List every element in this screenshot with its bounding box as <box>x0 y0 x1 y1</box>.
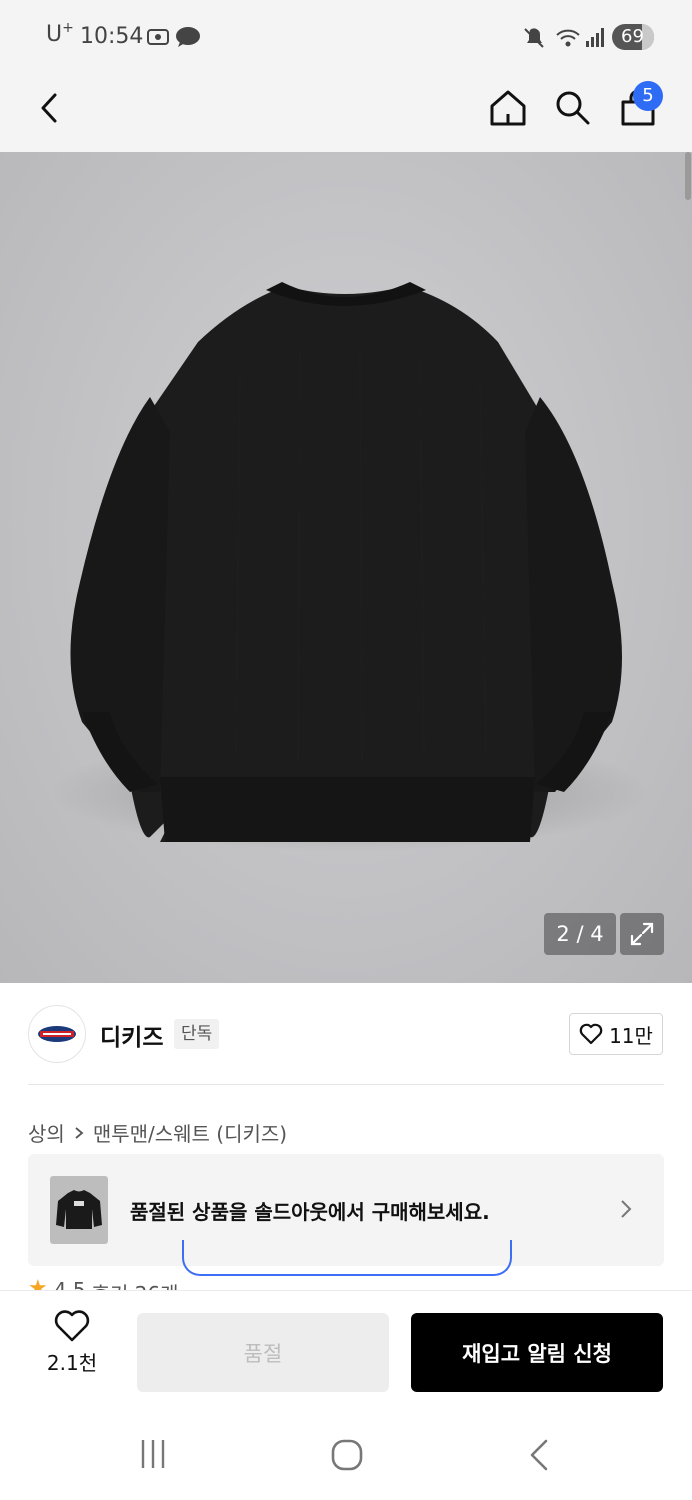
brand-like-count: 11만 <box>609 1023 653 1048</box>
mute-icon <box>522 26 546 54</box>
chevron-right-icon <box>621 1200 632 1218</box>
search-button[interactable] <box>549 84 597 132</box>
soldout-button[interactable]: 품절 <box>137 1313 389 1392</box>
back-arrow-icon <box>41 93 57 123</box>
sweatshirt-thumbnail-icon <box>56 1190 102 1229</box>
back-button[interactable] <box>26 84 74 132</box>
page-scrollbar[interactable] <box>685 152 691 200</box>
brand-like-button[interactable]: 11만 <box>569 1013 663 1055</box>
system-back-button[interactable] <box>526 1438 552 1472</box>
carrier-label: U+ <box>46 20 74 47</box>
product-image[interactable] <box>0 152 692 983</box>
banner-thumbnail <box>50 1176 108 1244</box>
heart-icon <box>579 1023 603 1045</box>
status-time: 10:54 <box>80 24 144 49</box>
wishlist-button[interactable]: 2.1천 <box>30 1309 114 1389</box>
wifi-icon <box>555 26 583 54</box>
top-navigation <box>0 72 692 152</box>
exclusive-tag: 단독 <box>174 1019 220 1049</box>
restock-alert-button[interactable]: 재입고 알림 신청 <box>411 1313 663 1392</box>
floating-pill-outline <box>182 1240 512 1276</box>
bottom-action-bar: 2.1천 품절 재입고 알림 신청 <box>0 1290 692 1410</box>
back-chevron-icon <box>530 1439 548 1471</box>
system-navigation-bar <box>0 1410 692 1500</box>
star-icon: ★ <box>28 1278 48 1290</box>
screenshot-icon <box>146 26 170 52</box>
rating-row: ★ 4.5 후기 26개 <box>28 1278 179 1290</box>
heart-icon <box>54 1310 90 1342</box>
signal-icon <box>584 26 606 52</box>
image-counter: 2 / 4 <box>544 913 616 955</box>
search-icon <box>556 91 590 125</box>
battery-indicator: 69 <box>612 24 654 50</box>
chat-icon <box>174 26 202 52</box>
brand-logo[interactable] <box>28 1005 86 1063</box>
brand-name[interactable]: 디키즈 <box>100 1018 163 1052</box>
cart-count-badge: 5 <box>633 81 663 111</box>
expand-image-button[interactable] <box>620 913 664 955</box>
home-icon <box>490 90 526 126</box>
wishlist-count: 2.1천 <box>46 1351 98 1375</box>
rating-score: 4.5 <box>53 1278 86 1290</box>
banner-text: 품절된 상품을 솔드아웃에서 구매해보세요. <box>130 1200 490 1224</box>
home-circle-icon <box>331 1439 363 1471</box>
expand-icon <box>630 922 654 946</box>
home-system-button[interactable] <box>330 1438 364 1472</box>
divider <box>28 1084 664 1085</box>
breadcrumb: 상의 맨투맨/스웨트 (디키즈) <box>28 1118 287 1147</box>
chevron-right-icon <box>75 1126 84 1139</box>
breadcrumb-subcategory[interactable]: 맨투맨/스웨트 (디키즈) <box>93 1118 287 1147</box>
status-bar: U+ 10:54 69 <box>0 0 692 72</box>
home-button[interactable] <box>484 84 532 132</box>
breadcrumb-category[interactable]: 상의 <box>28 1118 65 1147</box>
dickies-logo-icon <box>38 1026 76 1042</box>
recent-apps-icon <box>141 1440 165 1468</box>
sweatshirt-image <box>50 282 650 852</box>
review-count[interactable]: 후기 26개 <box>92 1278 179 1290</box>
recent-apps-button[interactable] <box>138 1438 168 1470</box>
